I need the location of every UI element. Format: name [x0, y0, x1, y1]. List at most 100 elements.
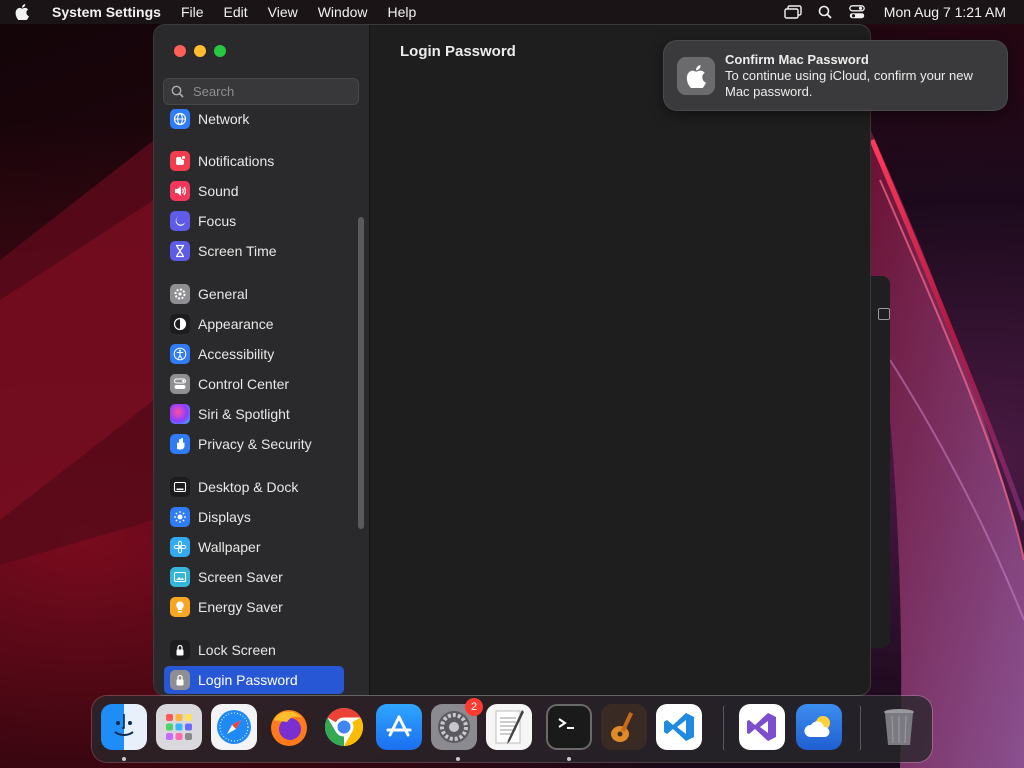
- garageband-icon[interactable]: [601, 704, 647, 750]
- notification-banner[interactable]: Confirm Mac Password To continue using i…: [664, 41, 1007, 110]
- window-toggle-icon[interactable]: [878, 308, 890, 320]
- sidebar-item-label: Accessibility: [198, 346, 275, 362]
- sidebar-item-label: Siri & Spotlight: [198, 406, 290, 422]
- menu-edit[interactable]: Edit: [214, 0, 258, 24]
- sidebar-item-appearance[interactable]: Appearance: [164, 310, 344, 338]
- notification-badge: 2: [465, 698, 483, 716]
- close-window-button[interactable]: [174, 45, 186, 57]
- sidebar-item-displays[interactable]: Displays: [164, 503, 344, 531]
- sidebar: Network Notifications Sound Focus Screen…: [154, 25, 370, 695]
- spotlight-search-icon[interactable]: [812, 5, 838, 19]
- menu-bar: System Settings File Edit View Window He…: [0, 0, 1024, 24]
- sidebar-item-energy-saver[interactable]: Energy Saver: [164, 593, 344, 621]
- network-icon: [170, 109, 190, 129]
- privacy-hand-icon: [170, 434, 190, 454]
- window-controls: [174, 45, 226, 57]
- terminal-icon[interactable]: [546, 704, 592, 750]
- firefox-icon[interactable]: [266, 704, 312, 750]
- sidebar-item-label: Notifications: [198, 153, 275, 169]
- desktop-dock-icon: [170, 477, 190, 497]
- sidebar-item-desktop-dock[interactable]: Desktop & Dock: [164, 473, 344, 501]
- chrome-icon[interactable]: [321, 704, 367, 750]
- sidebar-item-label: Sound: [198, 183, 239, 199]
- sidebar-item-accessibility[interactable]: Accessibility: [164, 340, 344, 368]
- dock: 2: [92, 696, 932, 762]
- displays-icon: [170, 507, 190, 527]
- sidebar-item-label: Wallpaper: [198, 539, 261, 555]
- search-field[interactable]: [163, 78, 359, 105]
- dock-separator: [860, 706, 861, 750]
- appearance-icon: [170, 314, 190, 334]
- screen-time-icon: [170, 241, 190, 261]
- system-settings-icon[interactable]: 2: [431, 698, 483, 750]
- sidebar-item-label: Displays: [198, 509, 251, 525]
- dock-separator: [723, 706, 724, 750]
- notification-body: To continue using iCloud, confirm your n…: [725, 68, 973, 99]
- vscode-icon[interactable]: [656, 704, 702, 750]
- sidebar-item-general[interactable]: General: [164, 280, 344, 308]
- siri-icon: [170, 404, 190, 424]
- trash-icon[interactable]: [876, 704, 922, 750]
- safari-icon[interactable]: [211, 704, 257, 750]
- notifications-icon: [170, 151, 190, 171]
- system-settings-window: Network Notifications Sound Focus Screen…: [154, 25, 870, 695]
- sidebar-scrollbar[interactable]: [358, 217, 364, 529]
- sidebar-item-control-center[interactable]: Control Center: [164, 370, 344, 398]
- sidebar-item-label: Appearance: [198, 316, 274, 332]
- app-store-icon[interactable]: [376, 704, 422, 750]
- search-input[interactable]: [191, 83, 345, 100]
- notification-title: Confirm Mac Password: [725, 52, 869, 67]
- sidebar-item-network[interactable]: Network: [164, 109, 344, 133]
- textedit-icon[interactable]: [486, 704, 532, 750]
- sidebar-item-screen-saver[interactable]: Screen Saver: [164, 563, 344, 591]
- sidebar-item-privacy-security[interactable]: Privacy & Security: [164, 430, 344, 458]
- sidebar-item-label: Focus: [198, 213, 237, 229]
- sidebar-item-lock-screen[interactable]: Lock Screen: [164, 636, 344, 664]
- sidebar-item-label: Login Password: [198, 672, 298, 688]
- sidebar-item-focus[interactable]: Focus: [164, 207, 344, 235]
- sidebar-item-label: Network: [198, 111, 250, 127]
- sidebar-item-label: Energy Saver: [198, 599, 283, 615]
- sidebar-item-label: Desktop & Dock: [198, 479, 299, 495]
- menu-file[interactable]: File: [171, 0, 214, 24]
- minimize-window-button[interactable]: [194, 45, 206, 57]
- menu-clock[interactable]: Mon Aug 7 1:21 AM: [876, 4, 1006, 20]
- wallpaper-icon: [170, 537, 190, 557]
- sidebar-item-wallpaper[interactable]: Wallpaper: [164, 533, 344, 561]
- running-indicator: [122, 757, 126, 761]
- weather-icon[interactable]: [796, 704, 842, 750]
- sound-icon: [170, 181, 190, 201]
- menu-view[interactable]: View: [258, 0, 308, 24]
- launchpad-icon[interactable]: [156, 704, 202, 750]
- page-title: Login Password: [400, 43, 516, 60]
- search-icon: [163, 85, 191, 98]
- zoom-window-button[interactable]: [214, 45, 226, 57]
- sidebar-item-notifications[interactable]: Notifications: [164, 147, 344, 175]
- sidebar-item-sound[interactable]: Sound: [164, 177, 344, 205]
- accessibility-icon: [170, 344, 190, 364]
- menu-window[interactable]: Window: [308, 0, 378, 24]
- sidebar-item-label: Lock Screen: [198, 642, 276, 658]
- screen-saver-icon: [170, 567, 190, 587]
- visual-studio-icon[interactable]: [739, 704, 785, 750]
- menu-app-name[interactable]: System Settings: [44, 0, 171, 24]
- sidebar-item-siri-spotlight[interactable]: Siri & Spotlight: [164, 400, 344, 428]
- running-indicator: [456, 757, 460, 761]
- menu-help[interactable]: Help: [378, 0, 427, 24]
- general-icon: [170, 284, 190, 304]
- sidebar-item-label: Control Center: [198, 376, 290, 392]
- sidebar-item-login-password[interactable]: Login Password: [164, 666, 344, 694]
- apple-menu-icon[interactable]: [0, 4, 44, 20]
- sidebar-item-screen-time[interactable]: Screen Time: [164, 237, 344, 265]
- sidebar-item-label: General: [198, 286, 248, 302]
- focus-icon: [170, 211, 190, 231]
- sidebar-item-label: Privacy & Security: [198, 436, 312, 452]
- energy-saver-icon: [170, 597, 190, 617]
- screen-mirroring-icon[interactable]: [780, 5, 806, 19]
- control-center-icon: [170, 374, 190, 394]
- finder-icon[interactable]: [101, 704, 147, 750]
- sidebar-list: Network Notifications Sound Focus Screen…: [154, 109, 369, 695]
- control-center-icon[interactable]: [844, 5, 870, 19]
- sidebar-item-label: Screen Saver: [198, 569, 283, 585]
- sidebar-item-label: Screen Time: [198, 243, 277, 259]
